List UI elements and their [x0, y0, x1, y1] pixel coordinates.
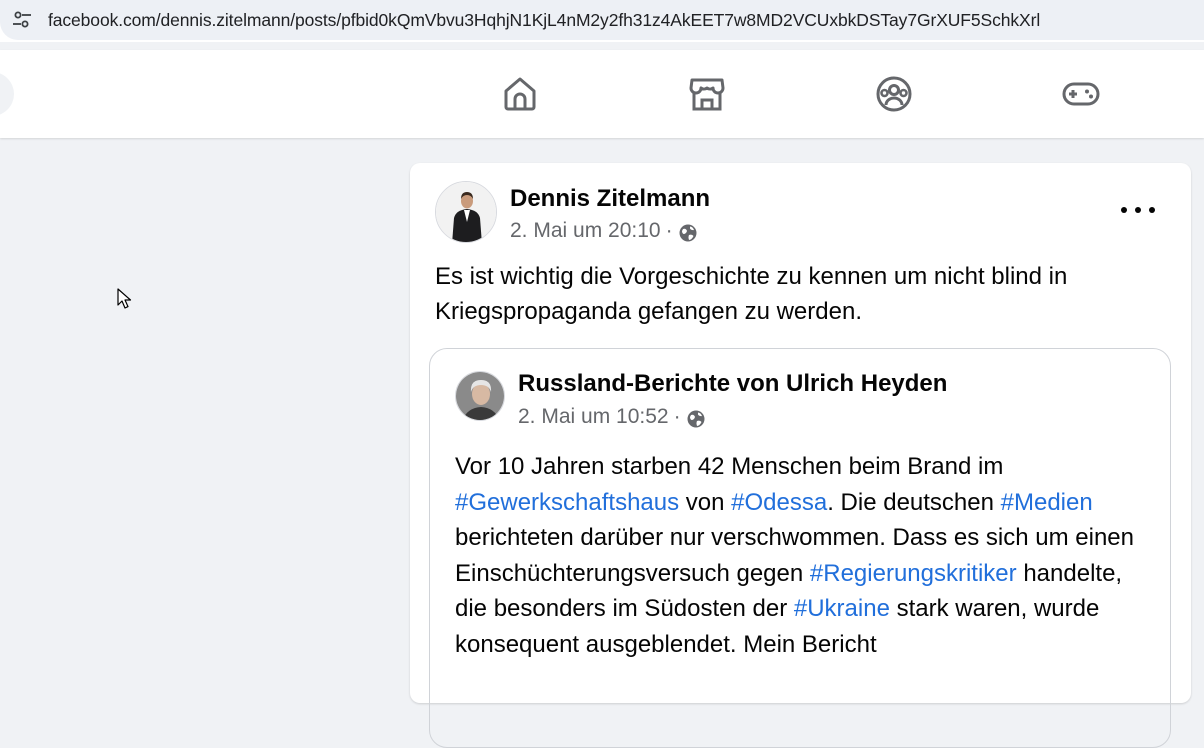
url-field[interactable]: facebook.com/dennis.zitelmann/posts/pfbi…: [0, 0, 1204, 40]
post-author-name[interactable]: Dennis Zitelmann: [510, 185, 710, 213]
shared-author-name[interactable]: Russland-Berichte von Ulrich Heyden: [518, 370, 947, 398]
shared-author-avatar[interactable]: [455, 371, 505, 421]
home-icon[interactable]: [500, 74, 540, 114]
meta-separator: ·: [673, 405, 681, 428]
shared-post-meta: 2. Mai um 10:52 ·: [518, 405, 706, 429]
hashtag-link[interactable]: #Gewerkschaftshaus: [455, 489, 679, 516]
text-segment: Vor 10 Jahren starben 42 Menschen beim B…: [455, 453, 1004, 480]
browser-address-bar: facebook.com/dennis.zitelmann/posts/pfbi…: [0, 0, 1204, 42]
mouse-cursor-icon: [117, 288, 132, 309]
facebook-top-nav: [0, 50, 1204, 138]
meta-separator: ·: [665, 219, 673, 242]
text-segment: von: [679, 488, 732, 516]
url-text[interactable]: facebook.com/dennis.zitelmann/posts/pfbi…: [48, 10, 1040, 31]
text-segment: . Die deutschen: [827, 488, 1001, 516]
shared-post-text: Vor 10 Jahren starben 42 Menschen beim B…: [455, 449, 1160, 662]
post-text: Es ist wichtig die Vorgeschichte zu kenn…: [435, 263, 1068, 325]
author-avatar[interactable]: [435, 181, 497, 243]
post-card: Dennis Zitelmann 2. Mai um 20:10 · Es is…: [410, 163, 1191, 748]
shared-post[interactable]: Russland-Berichte von Ulrich Heyden 2. M…: [429, 348, 1171, 748]
site-settings-icon[interactable]: [12, 10, 32, 30]
dot-icon: [1121, 207, 1127, 213]
shared-post-timestamp[interactable]: 2. Mai um 10:52: [518, 405, 669, 429]
groups-icon[interactable]: [874, 74, 914, 114]
dot-icon: [1135, 207, 1141, 213]
hashtag-link[interactable]: #Regierungskritiker: [810, 560, 1017, 587]
hashtag-link[interactable]: #Ukraine: [794, 595, 890, 622]
search-box[interactable]: [0, 72, 14, 116]
dot-icon: [1149, 207, 1155, 213]
hashtag-link[interactable]: #Medien: [1001, 489, 1093, 516]
globe-icon: [679, 224, 697, 241]
gaming-icon[interactable]: [1061, 74, 1101, 114]
hashtag-link[interactable]: #Odessa: [731, 489, 827, 516]
more-options-button[interactable]: [1121, 195, 1155, 225]
post-timestamp[interactable]: 2. Mai um 20:10: [510, 219, 661, 243]
globe-icon: [687, 410, 705, 427]
marketplace-icon[interactable]: [687, 74, 727, 114]
post-meta: 2. Mai um 20:10 ·: [510, 219, 698, 243]
